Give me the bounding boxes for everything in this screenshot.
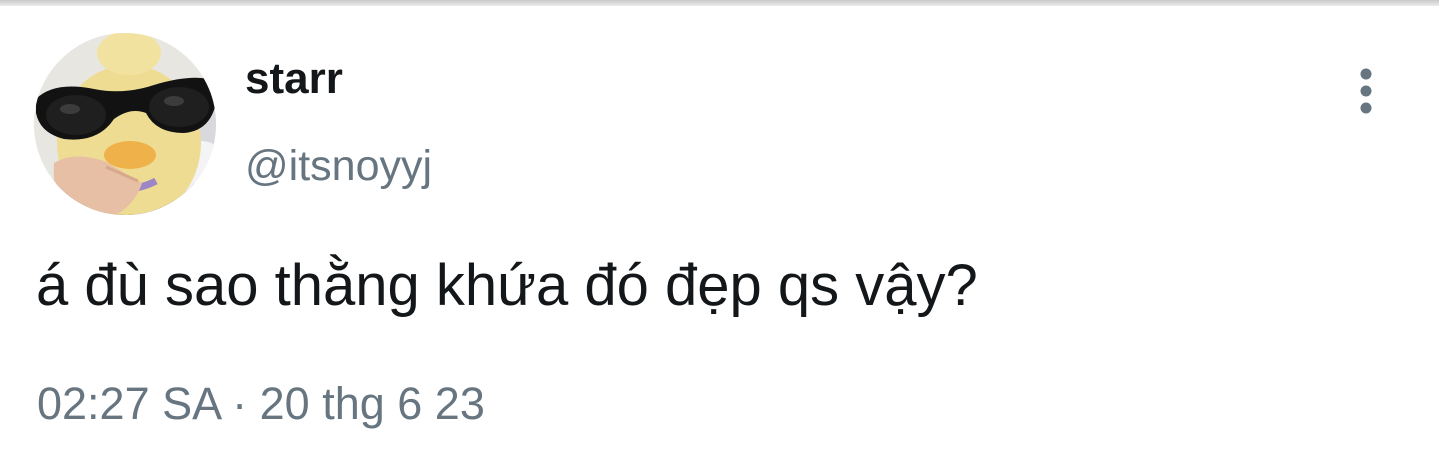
more-vertical-icon [1360, 68, 1372, 114]
top-divider [0, 0, 1439, 6]
duck-sunglasses-icon [34, 33, 216, 215]
avatar[interactable] [34, 33, 216, 215]
tweet-card: starr @itsnoyyj á đù sao thằng khứa đó đ… [0, 0, 1439, 472]
more-options-button[interactable] [1344, 64, 1388, 120]
display-name[interactable]: starr [245, 54, 343, 104]
user-handle[interactable]: @itsnoyyj [245, 141, 432, 191]
tweet-timestamp[interactable]: 02:27 SA · 20 thg 6 23 [37, 376, 485, 432]
tweet-text: á đù sao thằng khứa đó đẹp qs vậy? [36, 253, 978, 318]
